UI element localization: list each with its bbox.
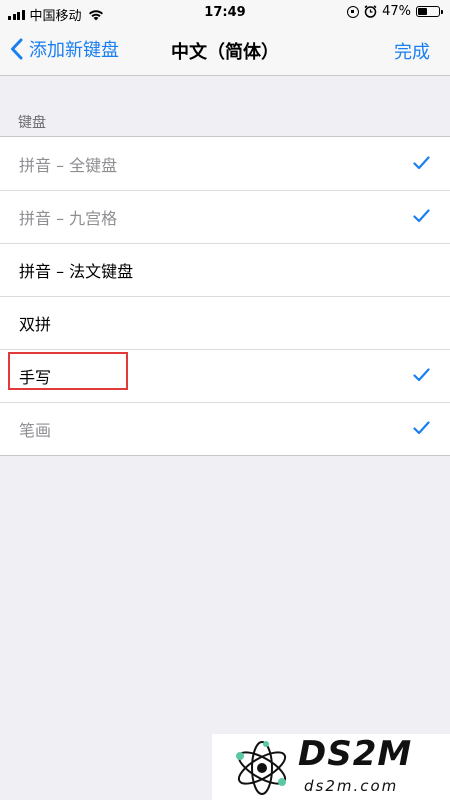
status-bar: 中国移动 17:49 47%: [0, 0, 450, 26]
back-button[interactable]: 添加新键盘: [10, 36, 119, 62]
watermark: DS2M ds2m.com: [212, 734, 450, 800]
watermark-subtitle: ds2m.com: [304, 777, 399, 795]
status-right: 47%: [347, 4, 443, 19]
atom-logo-icon: [236, 741, 287, 795]
keyboard-list: 拼音 – 全键盘 拼音 – 九宫格 拼音 – 法文键盘 双拼手写笔画: [0, 136, 450, 456]
rotation-lock-icon: [347, 5, 360, 18]
keyboard-row[interactable]: 拼音 – 法文键盘: [0, 243, 450, 296]
back-button-label: 添加新键盘: [29, 40, 119, 61]
battery-icon: [416, 6, 443, 17]
keyboard-row[interactable]: 拼音 – 九宫格: [0, 190, 450, 243]
checkmark-icon: [413, 368, 430, 382]
keyboard-row[interactable]: 手写: [0, 349, 450, 402]
keyboard-row-label: 拼音 – 九宫格: [19, 208, 118, 228]
section-header: 键盘: [18, 115, 46, 131]
chevron-left-icon: [11, 38, 23, 60]
keyboard-row-label: 拼音 – 法文键盘: [19, 261, 134, 281]
keyboard-row-label: 拼音 – 全键盘: [19, 155, 118, 175]
keyboard-row-label: 手写: [19, 367, 52, 387]
alarm-icon: [364, 5, 377, 18]
keyboard-row-label: 双拼: [19, 314, 52, 334]
done-button[interactable]: 完成: [394, 38, 430, 64]
checkmark-icon: [413, 209, 430, 223]
settings-screen: 中国移动 17:49 47% 添加新键盘 中文（简体） 完成 键盘 拼音 – 全…: [0, 0, 450, 800]
checkmark-icon: [413, 156, 430, 170]
checkmark-icon: [413, 421, 430, 435]
battery-fill: [418, 8, 428, 15]
keyboard-row[interactable]: 拼音 – 全键盘: [0, 137, 450, 190]
navigation-bar: 添加新键盘 中文（简体） 完成: [0, 26, 450, 76]
watermark-title: DS2M: [298, 734, 413, 774]
keyboard-row[interactable]: 笔画: [0, 402, 450, 455]
keyboard-row-label: 笔画: [19, 420, 52, 440]
keyboard-row[interactable]: 双拼: [0, 296, 450, 349]
battery-percent: 47%: [382, 4, 411, 19]
